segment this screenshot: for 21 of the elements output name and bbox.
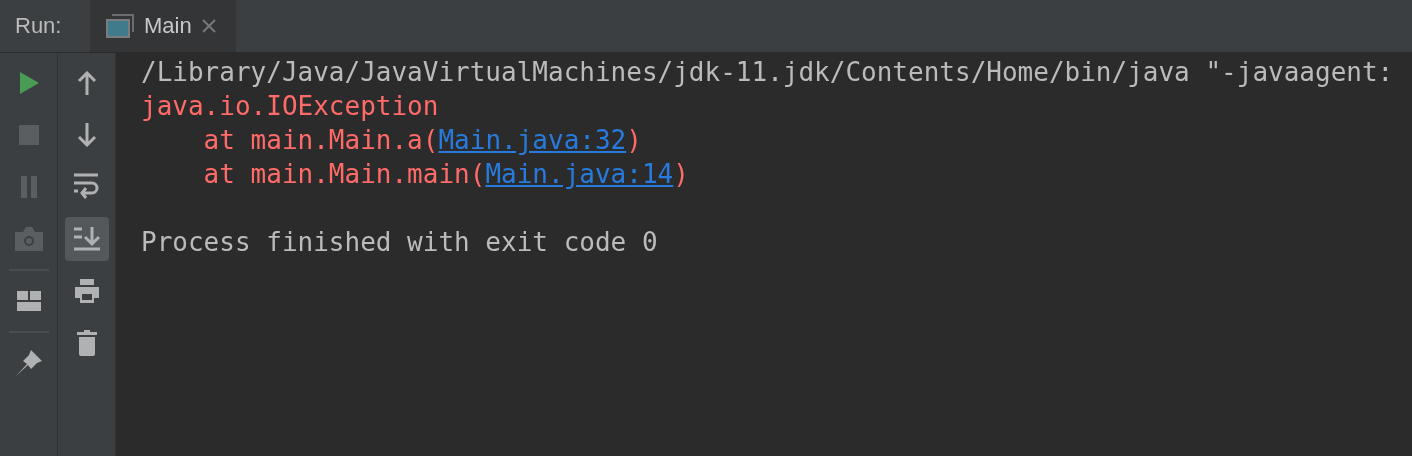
pin-icon[interactable] [14, 349, 43, 377]
command-line: /Library/Java/JavaVirtualMachines/jdk-11.jdk/Contents/Home/bin/java "-javaagent: [141, 56, 1394, 89]
toggle-button[interactable] [64, 217, 109, 261]
source-link[interactable]: Main.java:32 [438, 125, 627, 155]
window-icon [106, 14, 134, 38]
soft-wrap-icon[interactable] [73, 173, 100, 201]
trash-icon[interactable] [76, 330, 97, 356]
layout-icon[interactable] [16, 291, 41, 311]
source-link[interactable]: Main.java:14 [485, 159, 674, 189]
printer-icon[interactable] [74, 279, 99, 303]
play-icon[interactable] [17, 71, 40, 95]
run-tab[interactable]: Main [90, 0, 236, 52]
stack-trace-line: at main.Main.main(Main.java:14) [202, 158, 689, 191]
stack-trace-line: at main.Main.a(Main.java:32) [202, 124, 642, 157]
close-icon[interactable] [201, 19, 216, 33]
arrow-up-icon[interactable] [76, 71, 97, 95]
run-label: Run: [14, 12, 63, 40]
exit-message: Process finished with exit code 0 [141, 226, 658, 259]
arrow-down-icon[interactable] [76, 123, 97, 147]
scroll-to-end-icon[interactable] [73, 227, 100, 251]
stack-trace-line: java.io.IOException [141, 90, 439, 123]
